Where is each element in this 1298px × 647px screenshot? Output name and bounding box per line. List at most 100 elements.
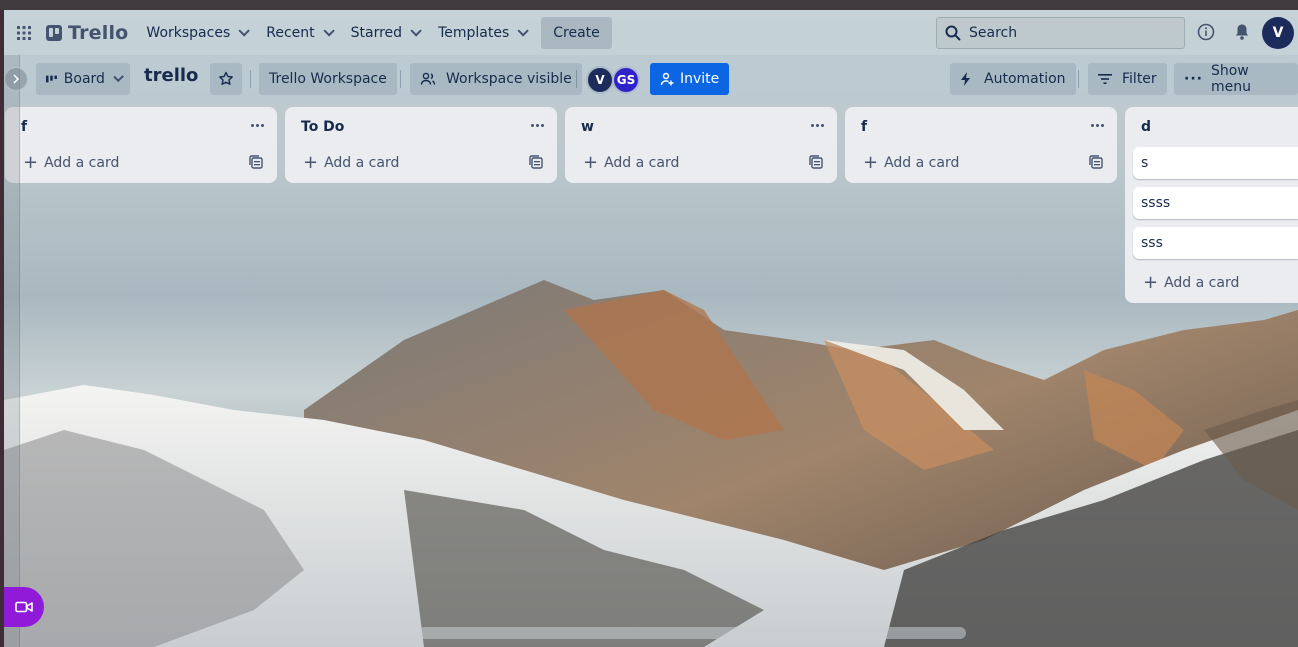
add-card-button[interactable]: + Add a card [845, 147, 1117, 179]
search-icon [945, 25, 961, 41]
filter-icon [1098, 74, 1112, 84]
plus-icon: + [23, 152, 39, 173]
nav-recent-label: Recent [266, 24, 315, 41]
divider [400, 70, 401, 88]
logo-text: Trello [68, 21, 129, 44]
card-template-icon[interactable] [249, 155, 263, 169]
divider [1078, 70, 1079, 88]
os-top-strip [0, 0, 1298, 10]
plus-icon: + [863, 152, 879, 173]
list-actions-icon[interactable] [249, 117, 265, 133]
add-card-button[interactable]: + Add a card [1125, 267, 1298, 299]
star-board-button[interactable] [210, 63, 242, 95]
card-title: s [1141, 155, 1149, 171]
divider [250, 70, 251, 88]
people-icon [420, 72, 436, 85]
more-horizontal-icon: ··· [1184, 71, 1203, 87]
chevron-down-icon [517, 24, 530, 37]
nav-starred-button[interactable]: Starred [341, 17, 428, 49]
chevron-down-icon [113, 71, 124, 83]
collapsed-sidebar[interactable] [4, 55, 20, 647]
card[interactable]: s [1133, 147, 1298, 179]
plus-icon: + [303, 152, 319, 173]
filter-button[interactable]: Filter [1088, 63, 1167, 95]
list-actions-icon[interactable] [809, 117, 825, 133]
card-title: sss [1141, 235, 1163, 251]
nav-workspaces-label: Workspaces [146, 24, 231, 41]
expand-sidebar-button[interactable] [4, 67, 28, 91]
board-title[interactable]: trello [144, 65, 198, 86]
notifications-bell-icon[interactable] [1230, 20, 1254, 44]
board-view-switcher[interactable]: Board [36, 63, 130, 95]
invite-label: Invite [680, 71, 720, 87]
chevron-down-icon [410, 24, 422, 37]
board-header-bar: Board trello Trello Workspace Workspace … [4, 55, 1298, 103]
list-title[interactable]: f [21, 119, 27, 135]
create-label: Create [553, 24, 600, 41]
add-card-label: Add a card [324, 155, 400, 171]
automation-button[interactable]: Automation [950, 63, 1076, 95]
list-actions-icon[interactable] [1089, 117, 1105, 133]
board-view-label: Board [63, 71, 105, 87]
card-template-icon[interactable] [529, 155, 543, 169]
search-placeholder: Search [969, 25, 1018, 41]
nav-starred-label: Starred [350, 24, 403, 41]
board-view-icon [46, 75, 57, 83]
board-background-image [4, 10, 1298, 647]
nav-templates-label: Templates [438, 24, 510, 41]
list-to-do[interactable]: To Do + Add a card [285, 107, 557, 183]
member-avatar-gs[interactable]: GS [612, 66, 640, 94]
trello-logo-icon [46, 24, 62, 41]
visibility-label: Workspace visible [446, 71, 572, 87]
workspace-label: Trello Workspace [269, 71, 387, 87]
lightning-icon [961, 72, 970, 86]
search-input[interactable]: Search [936, 17, 1185, 49]
card[interactable]: ssss [1133, 187, 1298, 219]
member-avatar-v[interactable]: V [586, 66, 614, 94]
add-card-label: Add a card [604, 155, 680, 171]
list-header[interactable]: To Do [285, 107, 557, 147]
list-header[interactable]: d [1125, 107, 1298, 147]
card-template-icon[interactable] [809, 155, 823, 169]
add-card-button[interactable]: + Add a card [285, 147, 557, 179]
chevron-right-icon [13, 74, 20, 84]
nav-recent-button[interactable]: Recent [256, 17, 340, 49]
video-camera-icon [15, 601, 33, 613]
list-d[interactable]: d s ssss sss + Add a card [1125, 107, 1298, 303]
show-menu-button[interactable]: ··· Show menu [1174, 63, 1298, 95]
list-header[interactable]: f [845, 107, 1117, 147]
create-button[interactable]: Create [541, 16, 612, 49]
list-title[interactable]: f [861, 119, 867, 135]
invite-button[interactable]: Invite [650, 63, 730, 95]
list-header[interactable]: w [565, 107, 837, 147]
horizontal-scrollbar[interactable] [418, 627, 966, 639]
add-card-label: Add a card [44, 155, 120, 171]
trello-logo[interactable]: Trello [46, 22, 128, 44]
list-f-1[interactable]: f + Add a card [5, 107, 277, 183]
card[interactable]: sss [1133, 227, 1298, 259]
automation-label: Automation [984, 71, 1066, 87]
card-title: ssss [1141, 195, 1171, 211]
add-card-button[interactable]: + Add a card [565, 147, 837, 179]
plus-icon: + [583, 152, 599, 173]
nav-workspaces-button[interactable]: Workspaces [136, 17, 256, 49]
chevron-down-icon [323, 24, 335, 37]
app-switcher-icon[interactable] [8, 17, 40, 49]
list-title[interactable]: To Do [301, 119, 344, 135]
nav-templates-button[interactable]: Templates [428, 17, 535, 49]
card-template-icon[interactable] [1089, 155, 1103, 169]
list-actions-icon[interactable] [529, 117, 545, 133]
list-w[interactable]: w + Add a card [565, 107, 837, 183]
info-icon[interactable] [1194, 20, 1218, 44]
user-avatar[interactable]: V [1262, 17, 1294, 49]
list-title[interactable]: w [581, 119, 594, 135]
top-navigation-bar: Trello Workspaces Recent Starred Templat… [4, 10, 1298, 55]
list-header[interactable]: f [5, 107, 277, 147]
list-title[interactable]: d [1141, 119, 1151, 135]
add-card-button[interactable]: + Add a card [5, 147, 277, 179]
plus-icon: + [1143, 272, 1159, 293]
visibility-button[interactable]: Workspace visible [410, 63, 582, 95]
video-call-button[interactable] [4, 587, 44, 627]
list-f-2[interactable]: f + Add a card [845, 107, 1117, 183]
workspace-button[interactable]: Trello Workspace [259, 63, 397, 95]
